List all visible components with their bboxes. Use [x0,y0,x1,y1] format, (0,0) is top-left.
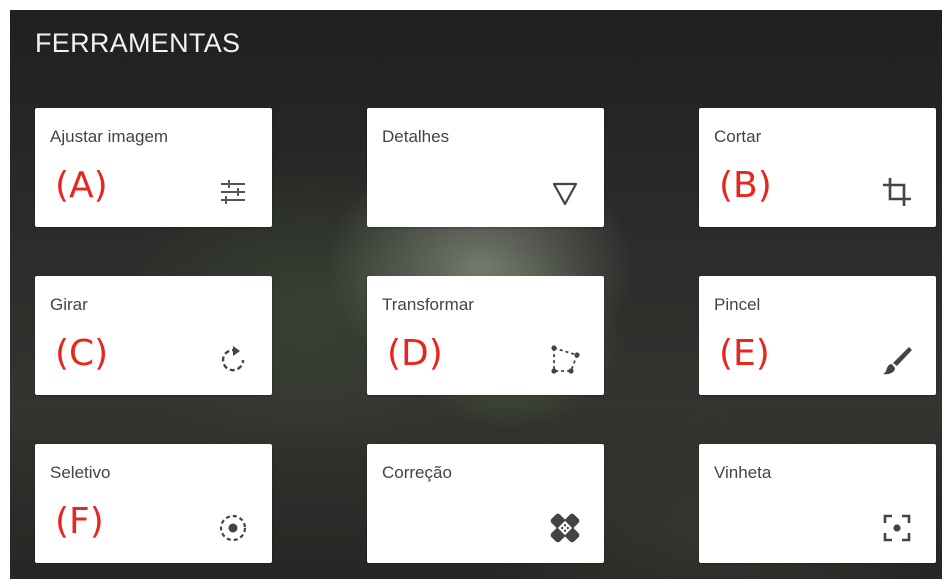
crop-icon [880,175,914,209]
tool-card-ajustar-imagem[interactable]: Ajustar imagem (A) [35,108,272,227]
tool-label: Pincel [714,295,761,314]
tool-marker: (F) [55,501,104,542]
tool-card-detalhes[interactable]: Detalhes [367,108,604,227]
tool-card-seletivo[interactable]: Seletivo (F) [35,444,272,563]
rotate-icon [216,343,250,377]
perspective-transform-icon [548,343,582,377]
tool-label: Cortar [714,127,762,146]
tool-marker: (A) [55,165,108,206]
tool-marker: (C) [55,333,109,374]
tool-marker: (E) [719,333,770,374]
frame-border-left [0,0,10,587]
section-title: FERRAMENTAS [35,28,241,58]
tool-label: Girar [50,295,88,314]
brush-icon [880,343,914,377]
tool-label: Detalhes [382,127,450,146]
tool-label: Seletivo [50,463,111,482]
healing-bandage-icon [548,511,582,545]
vignette-focus-icon [880,511,914,545]
tool-label: Correção [382,463,452,482]
frame-border-top [0,0,951,10]
tool-card-transformar[interactable]: Transformar (D) [367,276,604,395]
triangle-down-icon [548,175,582,209]
tune-sliders-icon [216,175,250,209]
tool-card-vinheta[interactable]: Vinheta [699,444,936,563]
frame-border-right [942,0,951,587]
tool-marker: (B) [719,165,772,206]
tool-label: Transformar [382,295,474,314]
tool-card-pincel[interactable]: Pincel (E) [699,276,936,395]
tool-card-correcao[interactable]: Correção [367,444,604,563]
frame-border-bottom [0,579,951,587]
tool-marker: (D) [387,333,443,374]
selective-target-icon [216,511,250,545]
tool-label: Ajustar imagem [50,127,169,146]
tools-screen: FERRAMENTAS Ajustar imagem (A) Detalhes … [0,0,951,587]
tool-card-cortar[interactable]: Cortar (B) [699,108,936,227]
tool-card-girar[interactable]: Girar (C) [35,276,272,395]
tool-label: Vinheta [714,463,772,482]
